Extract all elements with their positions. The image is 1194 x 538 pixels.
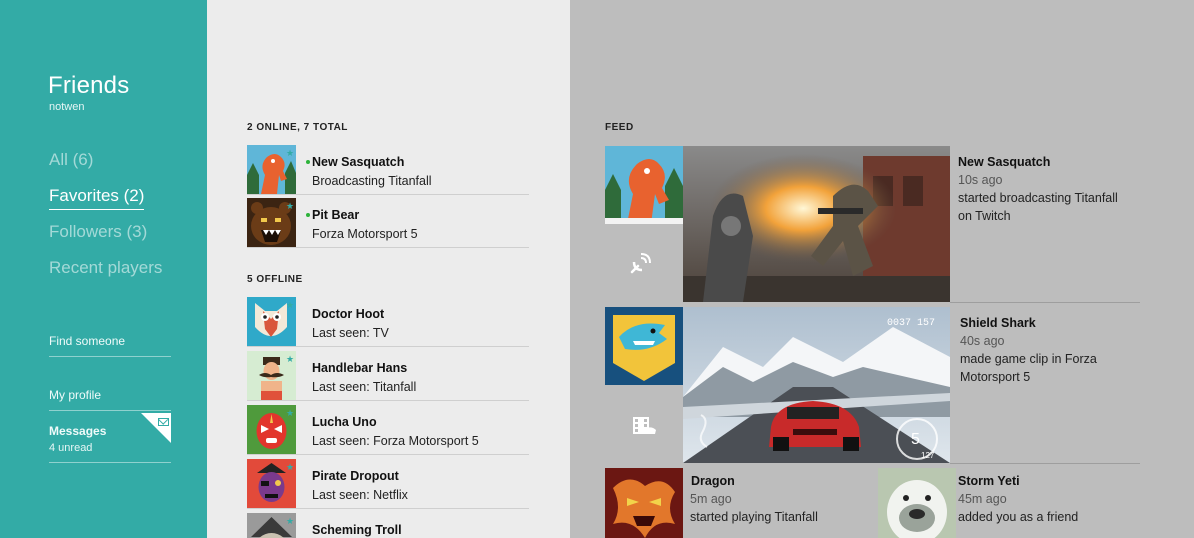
divider bbox=[49, 356, 171, 357]
messages-link[interactable]: Messages 4 unread bbox=[49, 424, 171, 454]
page-title: Friends bbox=[48, 72, 130, 99]
favorite-star-icon: ★ bbox=[286, 300, 295, 310]
friend-row-pirate-dropout[interactable]: ★ Pirate Dropout Last seen: Netflix bbox=[247, 459, 529, 509]
mail-icon bbox=[158, 418, 169, 426]
friend-status: Broadcasting Titanfall bbox=[312, 174, 432, 188]
friend-name: Pirate Dropout bbox=[312, 469, 399, 483]
feed-author[interactable]: Dragon bbox=[691, 474, 735, 488]
feed-timestamp: 40s ago bbox=[960, 334, 1005, 348]
favorite-star-icon: ★ bbox=[286, 148, 295, 158]
feed-screenshot-titanfall[interactable] bbox=[683, 146, 950, 302]
friend-name: Pit Bear bbox=[312, 208, 360, 222]
divider bbox=[950, 463, 1140, 464]
online-indicator-icon bbox=[306, 160, 310, 164]
feed-avatar-shield-shark[interactable] bbox=[605, 307, 683, 385]
offline-section-header: 5 OFFLINE bbox=[247, 274, 303, 285]
favorite-star-icon: ★ bbox=[286, 516, 295, 526]
feed-activity-text: made game clip in Forza Motorsport 5 bbox=[960, 352, 1097, 384]
find-someone-link[interactable]: Find someone bbox=[49, 334, 171, 348]
feed-screenshot-forza[interactable]: 0037 157 5 127 bbox=[683, 307, 950, 463]
friend-name: Scheming Troll bbox=[312, 523, 402, 537]
filter-all[interactable]: All (6) bbox=[49, 150, 93, 170]
feed-avatar-dragon[interactable] bbox=[605, 468, 683, 538]
my-profile-link[interactable]: My profile bbox=[49, 388, 171, 402]
online-section-header: 2 ONLINE, 7 TOTAL bbox=[247, 122, 348, 133]
divider bbox=[49, 410, 171, 411]
friend-row-doctor-hoot[interactable]: ★ Doctor Hoot Last seen: TV bbox=[247, 297, 529, 347]
divider bbox=[950, 302, 1140, 303]
filter-recent-players[interactable]: Recent players bbox=[49, 258, 162, 278]
feed-activity-text: started playing Titanfall bbox=[690, 510, 818, 524]
friend-name: Doctor Hoot bbox=[312, 307, 385, 321]
friend-status: Forza Motorsport 5 bbox=[312, 227, 418, 241]
online-indicator-icon bbox=[306, 213, 310, 217]
friend-row-scheming-troll[interactable]: ★ Scheming Troll bbox=[247, 513, 529, 538]
friend-name: Lucha Uno bbox=[312, 415, 377, 429]
favorite-star-icon: ★ bbox=[286, 462, 295, 472]
broadcast-icon bbox=[628, 248, 656, 276]
friend-name: Handlebar Hans bbox=[312, 361, 408, 375]
feed-activity-text: added you as a friend bbox=[958, 510, 1079, 524]
feed-avatar-storm-yeti[interactable] bbox=[878, 468, 956, 538]
messages-unread-count: 4 unread bbox=[49, 442, 93, 454]
filter-favorites[interactable]: Favorites (2) bbox=[49, 186, 145, 210]
favorite-star-icon: ★ bbox=[286, 354, 295, 364]
hud-odometer: 0037 157 bbox=[887, 318, 935, 329]
friend-row-handlebar-hans[interactable]: ★ Handlebar Hans Last seen: Titanfall bbox=[247, 351, 529, 401]
feed-timestamp: 10s ago bbox=[958, 173, 1003, 187]
feed-avatar-new-sasquatch[interactable] bbox=[605, 146, 683, 224]
friend-name: New Sasquatch bbox=[312, 155, 405, 169]
friend-status: Last seen: Titanfall bbox=[312, 380, 417, 394]
feed-author[interactable]: New Sasquatch bbox=[958, 155, 1050, 169]
sidebar: Friends notwen All (6) Favorites (2) Fol… bbox=[0, 0, 207, 538]
friends-list-panel: 2 ONLINE, 7 TOTAL ★ New Sasquatch Broadc… bbox=[207, 0, 570, 538]
feed-timestamp: 45m ago bbox=[958, 492, 1007, 506]
friend-row-lucha-uno[interactable]: ★ Lucha Uno Last seen: Forza Motorsport … bbox=[247, 405, 529, 455]
friend-status: Last seen: TV bbox=[312, 326, 389, 340]
feed-header: FEED bbox=[605, 122, 634, 133]
hud-speed: 127 bbox=[921, 451, 935, 460]
friend-row-pit-bear[interactable]: ★ Pit Bear Forza Motorsport 5 bbox=[247, 198, 529, 248]
feed-author[interactable]: Shield Shark bbox=[960, 316, 1036, 330]
hud-gear: 5 bbox=[911, 431, 920, 448]
feed-author[interactable]: Storm Yeti bbox=[958, 474, 1020, 488]
feed-timestamp: 5m ago bbox=[690, 492, 732, 506]
feed-activity-text: started broadcasting Titanfall on Twitch bbox=[958, 191, 1118, 223]
favorite-star-icon: ★ bbox=[286, 201, 295, 211]
friend-status: Last seen: Forza Motorsport 5 bbox=[312, 434, 479, 448]
friend-row-new-sasquatch[interactable]: ★ New Sasquatch Broadcasting Titanfall bbox=[247, 145, 529, 195]
username: notwen bbox=[49, 101, 85, 113]
favorite-star-icon: ★ bbox=[286, 408, 295, 418]
friend-status: Last seen: Netflix bbox=[312, 488, 408, 502]
filter-followers[interactable]: Followers (3) bbox=[49, 222, 147, 242]
messages-label: Messages bbox=[49, 424, 107, 438]
game-clip-icon bbox=[630, 412, 658, 440]
divider bbox=[49, 462, 171, 463]
